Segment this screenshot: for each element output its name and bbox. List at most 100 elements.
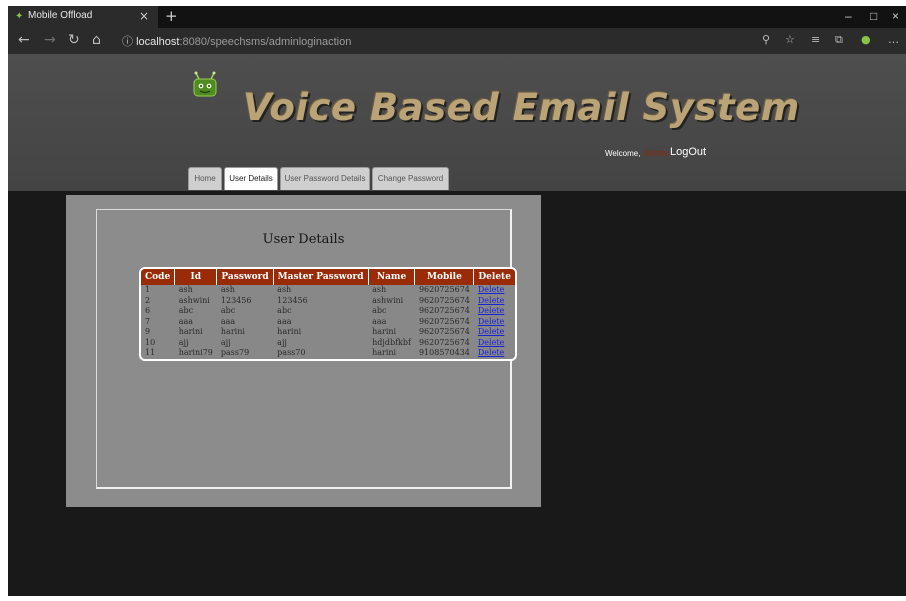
cell-master-password: ash bbox=[277, 285, 292, 294]
table-row: 10 ajj ajj ajj hdjdbfkbf 9620725674 Dele… bbox=[141, 338, 515, 349]
home-icon[interactable]: ⌂ bbox=[92, 32, 101, 48]
user-table: Code Id Password Master Password Name Mo… bbox=[141, 269, 515, 359]
favorites-list-icon[interactable]: ≡ bbox=[811, 33, 820, 46]
cell-delete: Delete bbox=[474, 296, 515, 307]
cell-mobile: 9620725674 bbox=[418, 306, 470, 315]
delete-link[interactable]: Delete bbox=[478, 285, 504, 294]
cell-code: 9 bbox=[145, 327, 151, 336]
column-header-delete: Delete bbox=[473, 269, 515, 285]
logo-icon bbox=[193, 71, 217, 97]
cell-mobile: 9620725674 bbox=[418, 295, 470, 305]
browser-window: ✦ Mobile Offload × + – □ × ← → ↻ ⌂ ⓘ loc… bbox=[8, 6, 906, 596]
cell-delete: Delete bbox=[474, 306, 515, 317]
cell-delete: Delete bbox=[474, 285, 515, 296]
cell-name: ash bbox=[372, 285, 387, 294]
close-tab-icon[interactable]: × bbox=[139, 9, 149, 23]
cell-id: ashwini bbox=[178, 295, 210, 305]
cell-id: ash bbox=[178, 285, 193, 294]
delete-link[interactable]: Delete bbox=[478, 317, 504, 326]
maximize-icon[interactable]: □ bbox=[870, 9, 877, 23]
column-header-master-password: Master Password bbox=[273, 269, 369, 285]
web-page: Voice Based Email System Welcome, Admin … bbox=[8, 54, 906, 596]
tab-strip: ✦ Mobile Offload × + – □ × bbox=[8, 6, 906, 28]
content-panel: User Details Code Id Password Master Pas… bbox=[66, 195, 541, 507]
table-row: 9 harini harini harini harini 9620725674… bbox=[141, 327, 515, 338]
cell-name: ashwini bbox=[372, 295, 404, 305]
minimize-icon[interactable]: – bbox=[845, 9, 852, 23]
cell-mobile: 9620725674 bbox=[418, 337, 470, 347]
tab-user-password-details[interactable]: User Password Details bbox=[280, 167, 370, 190]
new-tab-icon[interactable]: + bbox=[165, 7, 178, 25]
cell-id: abc bbox=[178, 306, 194, 315]
cell-code: 11 bbox=[145, 348, 156, 357]
column-header-code: Code bbox=[141, 269, 176, 285]
cell-code: 2 bbox=[145, 295, 151, 305]
section-title: User Details bbox=[262, 232, 345, 247]
logout-link[interactable]: LogOut bbox=[670, 146, 706, 158]
forward-icon[interactable]: → bbox=[44, 32, 56, 48]
welcome-text: Welcome, bbox=[605, 149, 641, 158]
favorite-star-icon[interactable]: ☆ bbox=[785, 33, 795, 46]
cell-master-password: harini bbox=[277, 327, 302, 336]
browser-tab[interactable]: ✦ Mobile Offload × bbox=[8, 6, 158, 28]
cell-name: harini bbox=[372, 348, 397, 357]
cell-delete: Delete bbox=[474, 317, 515, 328]
cell-name: hdjdbfkbf bbox=[372, 337, 411, 347]
site-title: Voice Based Email System bbox=[243, 86, 800, 129]
cell-master-password: aaa bbox=[277, 316, 292, 326]
collections-icon[interactable]: ⧉ bbox=[835, 33, 843, 47]
column-header-mobile: Mobile bbox=[414, 269, 475, 285]
url-host: localhost bbox=[136, 36, 180, 48]
delete-link[interactable]: Delete bbox=[478, 306, 504, 315]
content-box: User Details Code Id Password Master Pas… bbox=[96, 209, 517, 489]
cell-code: 7 bbox=[145, 316, 151, 326]
info-icon: ⓘ bbox=[122, 36, 133, 48]
cell-master-password: 123456 bbox=[277, 295, 308, 305]
delete-link[interactable]: Delete bbox=[478, 348, 504, 357]
cell-password: ash bbox=[220, 285, 235, 294]
cell-password: harini bbox=[220, 327, 245, 336]
cell-mobile: 9620725674 bbox=[418, 327, 470, 336]
cell-name: aaa bbox=[372, 316, 387, 326]
cell-password: 123456 bbox=[220, 295, 252, 305]
more-menu-icon[interactable]: … bbox=[888, 33, 899, 46]
cell-mobile: 9620725674 bbox=[418, 285, 470, 294]
cell-password: pass79 bbox=[220, 348, 250, 357]
url-path: :8080/speechsms/adminloginaction bbox=[179, 36, 352, 48]
cell-delete: Delete bbox=[474, 327, 515, 338]
cell-id: ajj bbox=[178, 337, 189, 347]
delete-link[interactable]: Delete bbox=[478, 338, 504, 347]
cell-mobile: 9620725674 bbox=[418, 316, 470, 326]
tab-home[interactable]: Home bbox=[188, 167, 222, 190]
table-row: 1 ash ash ash ash 9620725674 Delete bbox=[141, 285, 515, 296]
cell-code: 10 bbox=[145, 337, 156, 347]
column-header-password: Password bbox=[216, 269, 274, 285]
address-bar: ← → ↻ ⌂ ⓘ localhost:8080/speechsms/admin… bbox=[8, 28, 906, 54]
refresh-icon[interactable]: ↻ bbox=[68, 32, 80, 48]
cell-password: ajj bbox=[220, 337, 231, 347]
site-header: Voice Based Email System Welcome, Admin … bbox=[8, 54, 906, 191]
table-header-row: Code Id Password Master Password Name Mo… bbox=[141, 269, 515, 285]
cell-code: 1 bbox=[145, 285, 151, 294]
favicon-icon: ✦ bbox=[15, 11, 24, 22]
tab-change-password[interactable]: Change Password bbox=[372, 167, 449, 190]
cell-delete: Delete bbox=[474, 348, 515, 359]
cell-mobile: 9108570434 bbox=[418, 348, 470, 357]
delete-link[interactable]: Delete bbox=[478, 327, 504, 336]
url-field[interactable]: ⓘ localhost:8080/speechsms/adminloginact… bbox=[122, 33, 752, 49]
cell-id: aaa bbox=[178, 316, 193, 326]
zoom-icon[interactable]: ⚲ bbox=[762, 33, 770, 46]
delete-link[interactable]: Delete bbox=[478, 296, 504, 305]
back-icon[interactable]: ← bbox=[18, 32, 30, 48]
cell-password: abc bbox=[220, 306, 236, 315]
table-row: 11 harini79 pass79 pass70 harini 9108570… bbox=[141, 348, 515, 359]
admin-name: Admin bbox=[644, 148, 670, 158]
column-header-name: Name bbox=[368, 269, 416, 285]
user-table-wrapper: Code Id Password Master Password Name Mo… bbox=[139, 267, 517, 361]
cell-code: 6 bbox=[145, 306, 151, 315]
tab-user-details[interactable]: User Details bbox=[224, 167, 278, 190]
profile-icon[interactable]: ● bbox=[861, 33, 871, 46]
table-row: 7 aaa aaa aaa aaa 9620725674 Delete bbox=[141, 317, 515, 328]
cell-name: abc bbox=[372, 306, 387, 315]
window-close-icon[interactable]: × bbox=[892, 9, 899, 23]
